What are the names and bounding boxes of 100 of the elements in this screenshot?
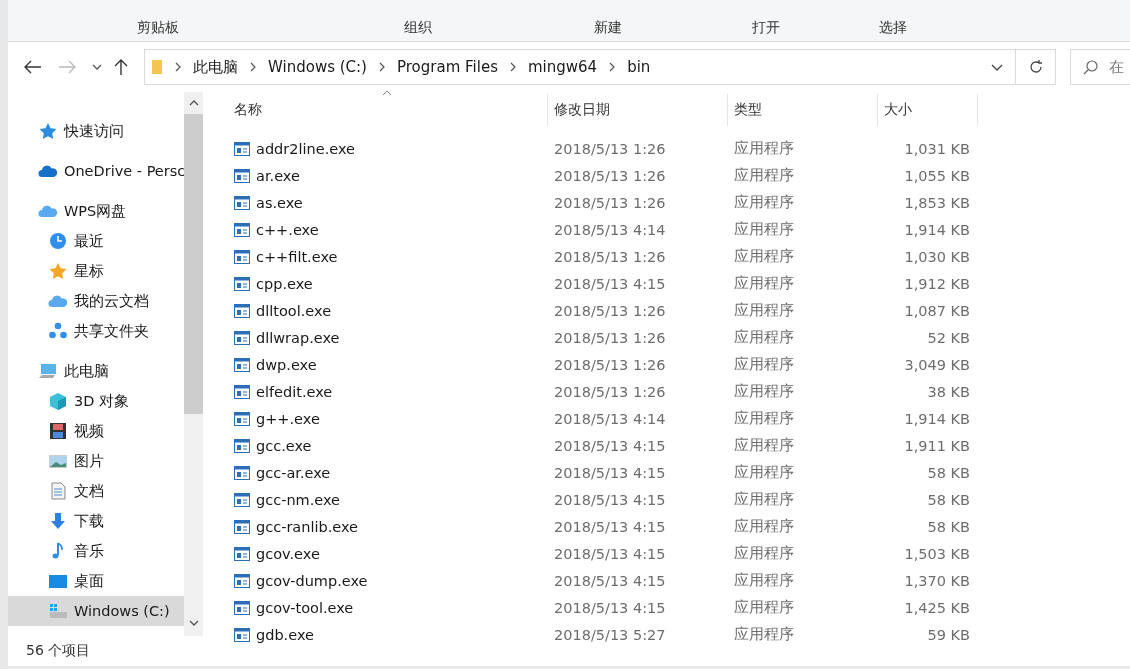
file-name[interactable]: gcc-nm.exe bbox=[256, 491, 341, 508]
sidebar-item[interactable]: 图片 bbox=[8, 446, 184, 476]
sidebar-item[interactable]: 最近 bbox=[8, 226, 184, 256]
breadcrumb[interactable]: Program Files bbox=[396, 58, 498, 76]
file-name[interactable]: elfedit.exe bbox=[256, 383, 333, 400]
sidebar-item[interactable]: 此电脑 bbox=[8, 356, 184, 386]
desktop-icon bbox=[48, 572, 68, 590]
scroll-thumb[interactable] bbox=[184, 114, 203, 414]
table-cell-text: 58 KB bbox=[926, 518, 971, 535]
table-cell-text: 2018/5/13 1:26 bbox=[553, 140, 667, 157]
app-window-icon bbox=[234, 438, 250, 453]
file-name[interactable]: c++.exe bbox=[256, 221, 319, 238]
star-icon bbox=[48, 262, 68, 280]
table-cell-text: 1,031 KB bbox=[903, 140, 971, 157]
table-cell-text: 1,087 KB bbox=[903, 302, 971, 319]
file-name[interactable]: as.exe bbox=[256, 194, 303, 211]
table-cell-text: 1,914 KB bbox=[903, 221, 971, 238]
table-cell-text: 应用程序 bbox=[733, 328, 795, 347]
scrollbar[interactable] bbox=[184, 92, 203, 636]
file-name[interactable]: ar.exe bbox=[256, 167, 300, 184]
document-icon bbox=[48, 482, 68, 500]
table-cell-text: 2018/5/13 1:26 bbox=[553, 167, 667, 184]
app-window-icon bbox=[234, 168, 250, 183]
star-icon bbox=[38, 122, 58, 140]
sidebar-item[interactable]: 快速访问 bbox=[8, 116, 184, 146]
sidebar-item[interactable]: 我的云文档 bbox=[8, 286, 184, 316]
table-cell-text: 1,055 KB bbox=[903, 167, 971, 184]
chevron-down-icon[interactable] bbox=[991, 63, 1003, 71]
folder-icon bbox=[151, 59, 163, 75]
scroll-up-icon[interactable] bbox=[188, 100, 199, 106]
sidebar-item[interactable]: 桌面 bbox=[8, 566, 184, 596]
table-cell-text: 2018/5/13 4:15 bbox=[553, 437, 667, 454]
table-cell-text: 1,370 KB bbox=[903, 572, 971, 589]
table-cell-text: 3,049 KB bbox=[903, 356, 971, 373]
ribbon-group-label: 组织 bbox=[403, 19, 433, 37]
app-window-icon bbox=[234, 384, 250, 399]
breadcrumb[interactable]: Windows (C:) bbox=[268, 58, 367, 76]
file-name[interactable]: dlltool.exe bbox=[256, 302, 332, 319]
sidebar-item[interactable]: OneDrive - Persc bbox=[8, 156, 184, 186]
file-name[interactable]: gdb.exe bbox=[256, 626, 314, 643]
sidebar-item[interactable]: 视频 bbox=[8, 416, 184, 446]
column-header[interactable]: 修改日期 bbox=[548, 94, 728, 126]
file-name[interactable]: gcov-dump.exe bbox=[256, 572, 368, 589]
address-field[interactable]: 此电脑 Windows (C:) Program Files mingw64 bin bbox=[144, 49, 1016, 85]
file-name[interactable]: addr2line.exe bbox=[256, 140, 355, 157]
table-cell-text: 应用程序 bbox=[733, 517, 795, 536]
table-cell-text: 1,914 KB bbox=[903, 410, 971, 427]
file-name[interactable]: gcov.exe bbox=[256, 545, 320, 562]
back-icon[interactable] bbox=[24, 60, 42, 74]
table-cell-text: 应用程序 bbox=[733, 220, 795, 239]
scroll-down-icon[interactable] bbox=[188, 620, 199, 626]
table-cell-text: 应用程序 bbox=[733, 625, 795, 644]
sidebar-item[interactable]: 3D 对象 bbox=[8, 386, 184, 416]
sidebar-item[interactable]: 共享文件夹 bbox=[8, 316, 184, 346]
breadcrumb[interactable]: mingw64 bbox=[527, 58, 598, 76]
column-header[interactable]: 大小 bbox=[878, 94, 978, 126]
breadcrumb[interactable]: bin bbox=[627, 58, 651, 76]
table-cell-text: 2018/5/13 4:15 bbox=[553, 572, 667, 589]
table-cell-text: 1,425 KB bbox=[903, 599, 971, 616]
column-header[interactable]: 名称 bbox=[228, 94, 548, 126]
table-cell-text: 应用程序 bbox=[733, 382, 795, 401]
table-cell-text: 2018/5/13 1:26 bbox=[553, 194, 667, 211]
computer-icon bbox=[38, 362, 58, 380]
breadcrumb[interactable]: 此电脑 bbox=[193, 57, 238, 77]
ribbon-group-label: 打开 bbox=[750, 19, 781, 37]
sidebar-item[interactable]: WPS网盘 bbox=[8, 196, 184, 226]
sidebar-item[interactable]: Windows (C:) bbox=[8, 596, 184, 626]
sidebar-item[interactable]: 音乐 bbox=[8, 536, 184, 566]
file-name[interactable]: gcov-tool.exe bbox=[256, 599, 354, 616]
app-window-icon bbox=[234, 492, 250, 507]
chevron-right-icon bbox=[250, 62, 256, 72]
table-cell-text: 应用程序 bbox=[733, 193, 795, 212]
refresh-button[interactable] bbox=[1016, 49, 1056, 85]
app-window-icon bbox=[234, 303, 250, 318]
search-field[interactable]: 在 bbox=[1070, 49, 1130, 85]
file-name[interactable]: gcc-ranlib.exe bbox=[256, 518, 358, 535]
clock-icon bbox=[48, 232, 68, 250]
sidebar-item[interactable]: 星标 bbox=[8, 256, 184, 286]
table-cell-text: 58 KB bbox=[926, 464, 971, 481]
chevron-right-icon bbox=[378, 62, 385, 72]
file-name[interactable]: gcc-ar.exe bbox=[256, 464, 331, 481]
column-header[interactable]: 类型 bbox=[728, 94, 878, 126]
table-cell-text: 应用程序 bbox=[733, 571, 795, 590]
sidebar-item[interactable]: 下载 bbox=[8, 506, 184, 536]
table-cell-text: 应用程序 bbox=[733, 139, 795, 158]
table-cell-text: 1,030 KB bbox=[903, 248, 971, 265]
up-icon[interactable] bbox=[114, 58, 128, 76]
file-name[interactable]: gcc.exe bbox=[256, 437, 312, 454]
file-name[interactable]: c++filt.exe bbox=[256, 248, 338, 265]
file-name[interactable]: g++.exe bbox=[256, 410, 320, 427]
file-name[interactable]: dllwrap.exe bbox=[256, 329, 340, 346]
film-icon bbox=[48, 422, 68, 440]
chevron-down-icon[interactable] bbox=[92, 64, 102, 70]
app-window-icon bbox=[234, 627, 250, 642]
table-cell-text: 2018/5/13 1:26 bbox=[553, 383, 667, 400]
sidebar-item[interactable]: 文档 bbox=[8, 476, 184, 506]
file-name[interactable]: cpp.exe bbox=[256, 275, 313, 292]
table-cell-text: 应用程序 bbox=[733, 247, 795, 266]
file-name[interactable]: dwp.exe bbox=[256, 356, 317, 373]
table-cell-text: 应用程序 bbox=[733, 490, 795, 509]
